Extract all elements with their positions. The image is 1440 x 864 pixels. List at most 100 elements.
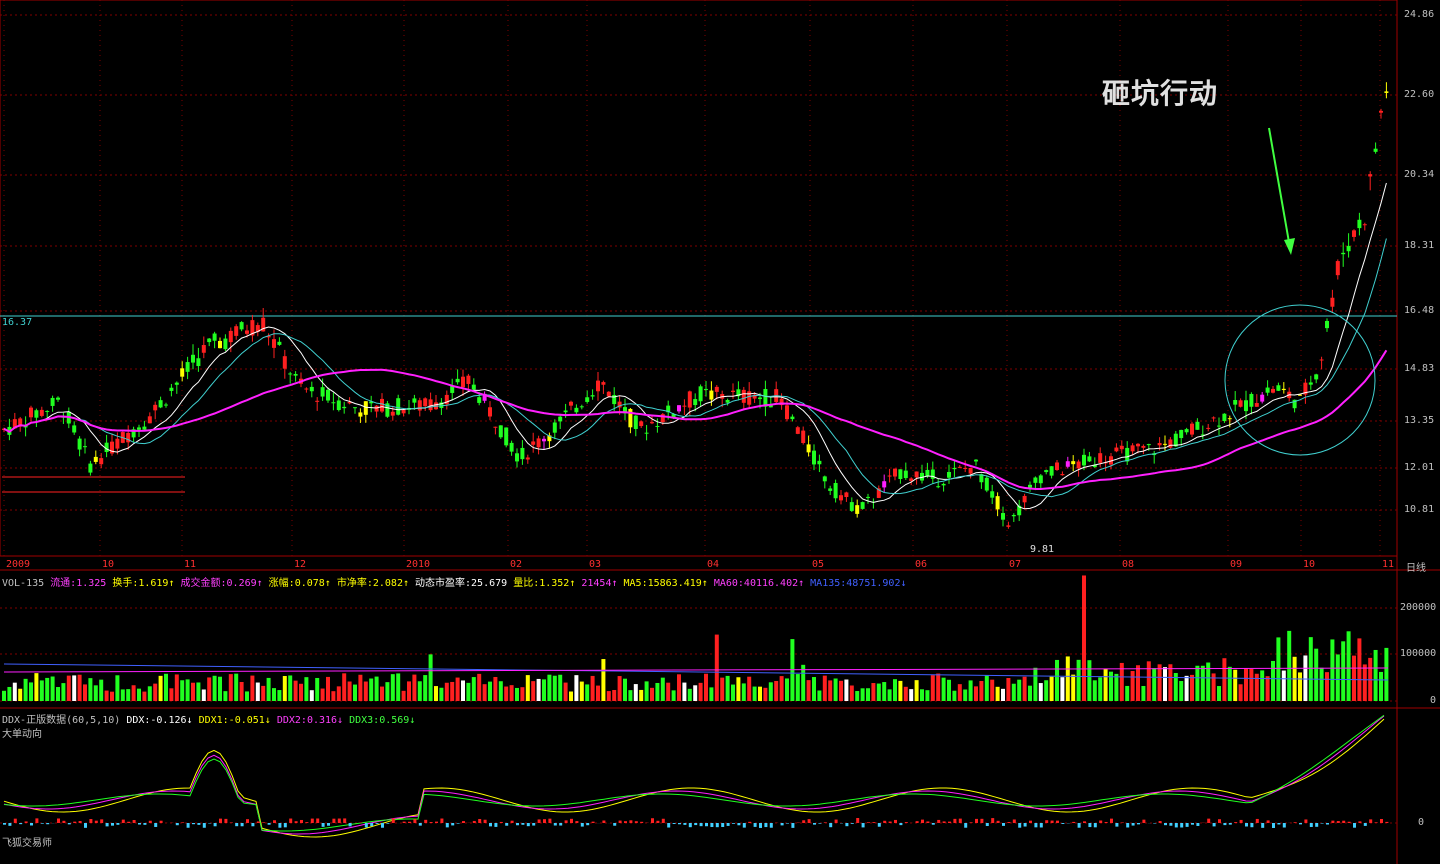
ddx-bar [240,823,244,827]
ddx-bar [181,822,185,823]
candle-body [1368,174,1373,177]
price-tick-label: 24.86 [1404,9,1435,20]
volume-bar [504,686,509,701]
highlight-circle [1224,304,1376,456]
candle-body [396,398,401,415]
ddx-bar [1299,823,1302,825]
volume-bar [914,680,919,701]
volume-bar [1130,671,1135,701]
volume-bar [650,687,654,701]
ddx-bar [678,823,681,825]
ddx-bar [456,823,460,824]
volume-bar [768,682,773,701]
volume-bar [201,689,206,701]
stock-chart[interactable] [0,0,1440,864]
time-axis-label: 07 [1009,559,1022,570]
volume-bar [720,677,725,701]
candle-body [558,416,563,422]
ddx-bar [570,818,573,823]
time-axis-label: 2009 [6,559,31,570]
volume-bar [1260,670,1265,701]
volume-bar [693,685,698,701]
ddx-bar [861,823,865,828]
ddx-bar [548,818,552,823]
volume-bar [515,687,519,701]
ddx-bar [1255,818,1259,823]
candle-body [633,415,638,429]
price-tick-label: 22.60 [1404,89,1435,100]
volume-bar [2,690,6,701]
candle-body [1254,403,1259,407]
candle-body [1179,429,1184,439]
volume-bar [1217,686,1221,701]
ddx-bar [224,818,228,823]
ddx-bar [683,823,687,825]
candle-body [936,486,941,488]
candle-body [1195,421,1200,430]
volume-bar [1303,655,1308,701]
ddx-bar [327,823,330,826]
ddx-bar [926,821,930,823]
candle-body [320,387,325,397]
candle-body [812,450,816,465]
volume-bar [822,675,827,701]
ddx-info-bar: DDX-正版数据(60,5,10) DDX:-0.126↓ DDX1:-0.05… [2,711,415,726]
ddx-bar [883,820,887,823]
ddx-bar [526,823,530,827]
volume-bar [50,676,55,701]
candle-body [142,426,147,430]
volume-bar [1055,659,1059,701]
ddx-bar [235,823,239,827]
candle-body [34,410,39,418]
candle-body [99,458,104,465]
candle-body [115,438,120,449]
volume-bar [952,690,957,701]
candle-body [504,427,509,446]
candle-body [650,422,654,424]
candle-body [1065,461,1070,467]
ddx-bar [424,819,428,823]
ddx-bar [991,818,995,823]
volume-bar [1319,667,1324,701]
time-axis-label: 2010 [406,559,431,570]
volume-bar [633,684,638,701]
candle-body [849,502,854,511]
volume-bar [61,683,66,701]
ddx-bar [1072,821,1076,823]
volume-bar [309,690,314,701]
candle-body [1271,388,1275,393]
volume-bar [396,673,401,701]
volume-bar [1254,673,1259,701]
ddx-field: DDX:-0.126↓ [126,715,193,726]
volume-field: 成交金额:0.269↑ [174,578,263,589]
volume-bar [963,689,968,701]
volume-bar [671,690,676,701]
volume-bar [1373,649,1378,701]
candle-body [882,481,887,488]
ddx-bar [591,821,595,823]
candle-body [493,426,498,428]
app-footer: 飞狐交易师 [2,838,52,849]
ddx-bar [845,823,849,827]
candle-body [1044,470,1049,473]
ddx-bar [78,821,82,823]
candle-body [461,376,465,388]
candle-body [358,412,363,417]
ddx-bar [710,823,714,828]
candle-body [1319,359,1324,361]
candle-body [698,386,703,402]
ddx-bar [370,823,374,827]
volume-bar [1384,647,1389,701]
volume-bar [1168,664,1173,701]
candle-body [806,444,811,453]
ddx-bar [278,823,282,828]
volume-bar [218,676,222,701]
volume-bar [72,675,77,701]
volume-bar [628,690,633,701]
volume-bar [849,685,854,701]
ddx-bar [1115,823,1119,827]
volume-bar [272,688,276,701]
ddx-bar [818,823,822,824]
volume-bar [477,673,482,701]
ddx-bar [850,823,854,824]
